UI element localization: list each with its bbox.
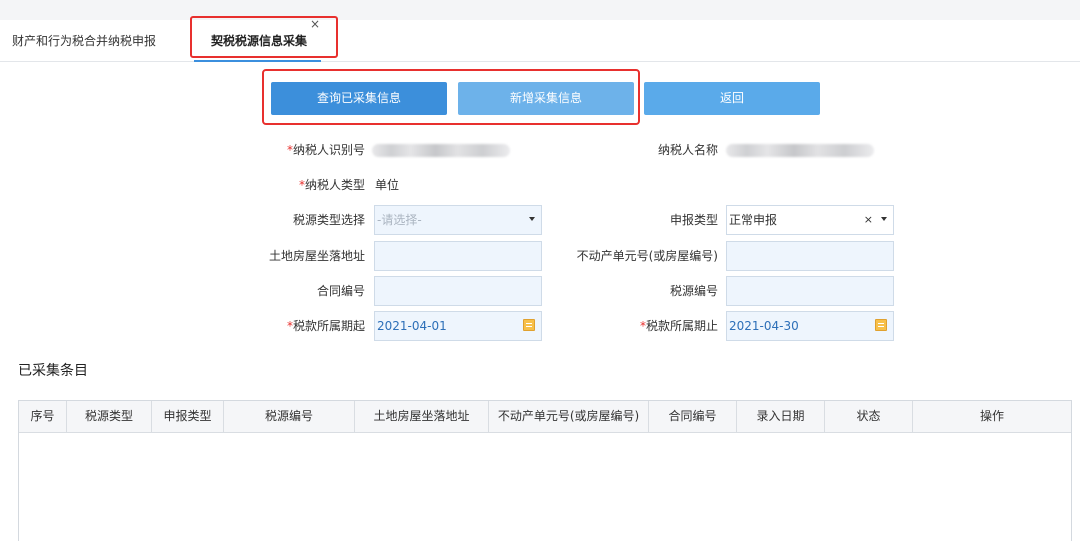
source-number-input[interactable] (726, 276, 894, 306)
period-end-value: 2021-04-30 (729, 319, 799, 333)
taxpayer-name-value-redacted (726, 144, 874, 157)
period-start-label: *税款所属期起 (286, 319, 365, 333)
source-type-placeholder: -请选择- (377, 213, 422, 227)
tab-label: 契税税源信息采集 (211, 34, 308, 48)
declare-type-label: 申报类型 (669, 213, 718, 227)
chevron-down-icon[interactable] (881, 217, 887, 221)
col-actions[interactable]: 操作 (913, 401, 1071, 432)
tab-tax-declaration[interactable]: 财产和行为税合并纳税申报 (12, 20, 156, 62)
taxpayer-name-label: 纳税人名称 (657, 143, 718, 157)
clear-icon[interactable]: × (864, 206, 873, 234)
taxpayer-id-value-redacted (372, 144, 510, 157)
col-declare-type[interactable]: 申报类型 (152, 401, 224, 432)
calendar-icon[interactable] (523, 319, 535, 331)
contract-number-label: 合同编号 (316, 284, 365, 298)
source-type-label: 税源类型选择 (292, 213, 365, 227)
col-address[interactable]: 土地房屋坐落地址 (355, 401, 489, 432)
top-strip (0, 0, 1080, 20)
query-collected-button[interactable]: 查询已采集信息 (271, 82, 447, 115)
table-header: 序号 税源类型 申报类型 税源编号 土地房屋坐落地址 不动产单元号(或房屋编号)… (19, 401, 1071, 433)
declare-type-value: 正常申报 (729, 213, 778, 227)
col-index[interactable]: 序号 (19, 401, 67, 432)
address-input[interactable] (374, 241, 542, 271)
declare-type-select[interactable]: 正常申报 × (726, 205, 894, 235)
col-entry-date[interactable]: 录入日期 (737, 401, 825, 432)
tab-bar: 财产和行为税合并纳税申报 契税税源信息采集 × (0, 17, 1080, 62)
source-number-label: 税源编号 (669, 284, 718, 298)
close-icon[interactable]: × (310, 14, 320, 34)
col-source-number[interactable]: 税源编号 (224, 401, 355, 432)
col-contract-number[interactable]: 合同编号 (649, 401, 737, 432)
section-title: 已采集条目 (18, 363, 88, 379)
chevron-down-icon[interactable] (529, 217, 535, 221)
add-collection-button[interactable]: 新增采集信息 (458, 82, 634, 115)
period-end-input[interactable]: 2021-04-30 (726, 311, 894, 341)
col-status[interactable]: 状态 (825, 401, 913, 432)
period-end-label: *税款所属期止 (639, 319, 718, 333)
back-button[interactable]: 返回 (644, 82, 820, 115)
taxpayer-type-label: *纳税人类型 (298, 178, 365, 192)
col-source-type[interactable]: 税源类型 (67, 401, 152, 432)
realestate-unit-label: 不动产单元号(或房屋编号) (576, 249, 718, 263)
realestate-unit-input[interactable] (726, 241, 894, 271)
address-label: 土地房屋坐落地址 (268, 249, 365, 263)
contract-number-input[interactable] (374, 276, 542, 306)
taxpayer-id-label: *纳税人识别号 (286, 143, 365, 157)
source-type-select[interactable]: -请选择- (374, 205, 542, 235)
col-realestate-unit[interactable]: 不动产单元号(或房屋编号) (489, 401, 649, 432)
collected-items-table: 序号 税源类型 申报类型 税源编号 土地房屋坐落地址 不动产单元号(或房屋编号)… (18, 400, 1072, 541)
period-start-input[interactable]: 2021-04-01 (374, 311, 542, 341)
calendar-icon[interactable] (875, 319, 887, 331)
period-start-value: 2021-04-01 (377, 319, 447, 333)
tab-deed-tax-collection[interactable]: 契税税源信息采集 × (194, 17, 322, 62)
taxpayer-type-value: 单位 (375, 178, 400, 192)
